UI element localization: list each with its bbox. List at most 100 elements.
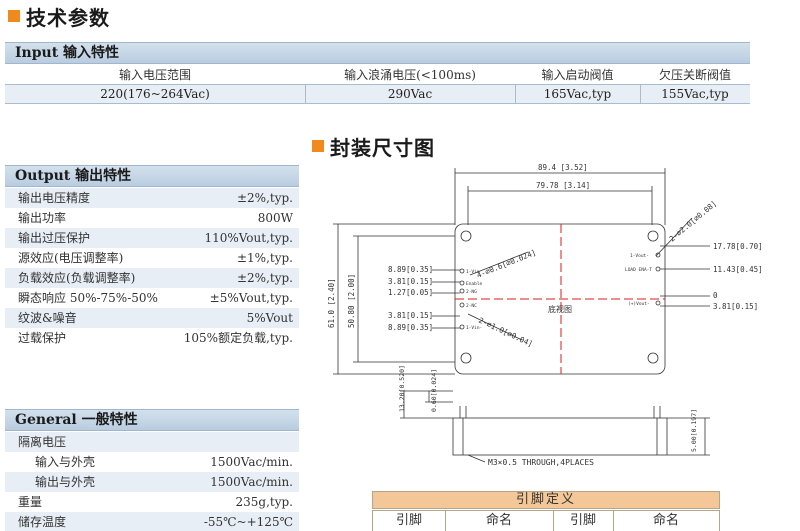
output-section-bar: Output 输出特性 [5, 165, 299, 187]
mounting-hole-icon [460, 230, 472, 242]
dim-right-1: 17.78[0.70] [713, 242, 763, 251]
pin-header-name: 命名 [485, 513, 512, 528]
package-dimension-drawing: 89.4 [3.52] 79.78 [3.14] 61.0 [2.40] 50.… [327, 163, 763, 467]
output-row-label: 输出电压精度 [18, 191, 91, 205]
output-row: 输出电压精度 ±2%,typ. [5, 188, 299, 208]
output-row-value: 110%Vout,typ. [204, 231, 293, 245]
input-value-undervoltage: 155Vac,typ [661, 87, 729, 101]
output-row: 纹波&噪音 5%Vout [5, 308, 299, 328]
general-row-label: 重量 [18, 495, 43, 509]
general-row-value: 1500Vac/min. [210, 475, 293, 489]
input-values-row: 220(176~264Vac) 290Vac 165Vac,typ 155Vac… [5, 84, 750, 104]
dim-total-height: 61.0 [2.40] [327, 278, 336, 328]
pin-header-pin-2: 引脚 [569, 513, 596, 528]
module-side-view [452, 417, 668, 456]
pin-icon [459, 280, 465, 286]
output-row-value: ±2%,typ. [236, 191, 293, 205]
dim-hole-height: 50.80 [2.00] [347, 274, 356, 328]
input-header-surge: 输入浪涌电压(<100ms) [344, 68, 476, 82]
dim-left-1: 8.89[0.35] [388, 265, 433, 274]
input-header-voltage-range: 输入电压范围 [118, 68, 191, 82]
pin-table-header: 引脚 命名 引脚 命名 [372, 510, 720, 531]
output-row: 输出功率 800W [5, 208, 299, 228]
pin-label-vin-pos: 1-Vin [466, 269, 480, 275]
input-value-voltage-range: 220(176~264Vac) [100, 87, 210, 101]
dim-hole-width: 79.78 [3.14] [536, 181, 590, 190]
general-row: 重量 235g,typ. [5, 492, 299, 512]
input-value-surge: 290Vac [387, 87, 433, 101]
pin-icon [459, 302, 465, 308]
output-row-value: 105%额定负载,typ. [183, 331, 293, 345]
dim-right-3: 0 [713, 291, 718, 300]
output-row-value: 800W [257, 211, 293, 225]
dim-left-5: 8.89[0.35] [388, 323, 433, 332]
output-row-label: 过载保护 [18, 331, 67, 345]
bottom-view-label: 底视图 [548, 304, 572, 314]
output-row-value: ±2%,typ. [236, 271, 293, 285]
callout-top-right: 2-⌀2.0[⌀0.08] [668, 199, 719, 244]
general-row-value: 235g,typ. [235, 495, 294, 509]
input-section-bar: Input 输入特性 [5, 42, 750, 64]
output-row-label: 输出过压保护 [18, 231, 91, 245]
output-row-label: 源效应(电压调整率) [18, 251, 124, 265]
pin-label-vin-neg: 1-Vin- [466, 325, 482, 331]
general-row: 隔离电压 [5, 432, 299, 452]
input-header-undervoltage: 欠压关断阀值 [658, 68, 731, 82]
dim-left-3: 1.27[0.05] [388, 288, 433, 297]
general-row-label: 隔离电压 [18, 435, 67, 449]
input-header-startup: 输入启动阀值 [541, 68, 614, 82]
output-row-value: ±5%Vout,typ. [209, 291, 293, 305]
pin-label-ng: 2-NG [466, 289, 477, 295]
pin-icon [655, 266, 661, 272]
pin-label-enable: Enable [466, 281, 483, 287]
pin-label-load: LOAD ENA-T [625, 267, 652, 273]
dim-left-2: 3.81[0.15] [388, 277, 433, 286]
section-marker-icon [8, 10, 20, 22]
general-row: 输入与外壳 1500Vac/min. [5, 452, 299, 472]
pin-table-title: 引脚定义 [372, 491, 720, 509]
general-row: 储存温度 -55℃~+125℃ [5, 512, 299, 531]
general-row-value: -55℃~+125℃ [203, 515, 293, 529]
pin-header-name-2: 命名 [652, 513, 679, 528]
input-value-startup: 165Vac,typ [543, 87, 612, 101]
output-row-value: 5%Vout [246, 311, 293, 325]
side-height-1: 13.20[0.520] [398, 365, 406, 412]
output-row-label: 负载效应(负载调整率) [18, 271, 136, 285]
side-height-3: 5.00[0.197] [690, 409, 698, 452]
mounting-hole-icon [460, 352, 472, 364]
output-row: 负载效应(负载调整率) ±2%,typ. [5, 268, 299, 288]
output-row-label: 输出功率 [18, 211, 67, 225]
general-row-label: 输出与外壳 [35, 475, 96, 489]
pin-header-pin: 引脚 [395, 513, 422, 528]
pin-label-vout-neg: 1-Vout- [630, 253, 649, 259]
output-row: 源效应(电压调整率) ±1%,typ. [5, 248, 299, 268]
side-height-2: 0.60[0.024] [430, 369, 438, 412]
output-row-label: 纹波&噪音 [18, 311, 77, 325]
general-row-value: 1500Vac/min. [210, 455, 293, 469]
mounting-hole-icon [647, 352, 659, 364]
general-section-bar: General 一般特性 [5, 409, 299, 431]
callout-bottom-left: 2-⌀1.0[⌀0.04] [477, 316, 534, 349]
output-row-label: 瞬态响应 50%-75%-50% [18, 291, 158, 305]
output-row: 输出过压保护 110%Vout,typ. [5, 228, 299, 248]
section-title-tech: 技术参数 [26, 6, 110, 30]
mounting-hole-icon [647, 230, 659, 242]
output-row: 瞬态响应 50%-75%-50% ±5%Vout,typ. [5, 288, 299, 308]
pin-label-vout-pos: (+)Vout- [628, 301, 650, 307]
dim-right-2: 11.43[0.45] [713, 265, 763, 274]
dim-total-width: 89.4 [3.52] [538, 163, 588, 172]
pin-icon [459, 268, 465, 274]
pin-icon [459, 288, 465, 294]
callout-left-pins: 4-⌀0.6[⌀0.024] [475, 248, 537, 280]
pin-icon [459, 324, 465, 330]
general-row: 输出与外壳 1500Vac/min. [5, 472, 299, 492]
pin-label-nc: 2-NC [466, 303, 477, 309]
output-row-value: ±1%,typ. [236, 251, 293, 265]
dim-right-4: 3.81[0.15] [713, 302, 758, 311]
output-row: 过载保护 105%额定负载,typ. [5, 328, 299, 348]
pin-icon [655, 300, 661, 306]
thread-note: M3×0.5 THROUGH,4PLACES [488, 458, 594, 467]
dim-left-4: 3.81[0.15] [388, 311, 433, 320]
general-row-label: 储存温度 [18, 515, 67, 529]
general-row-label: 输入与外壳 [35, 455, 96, 469]
